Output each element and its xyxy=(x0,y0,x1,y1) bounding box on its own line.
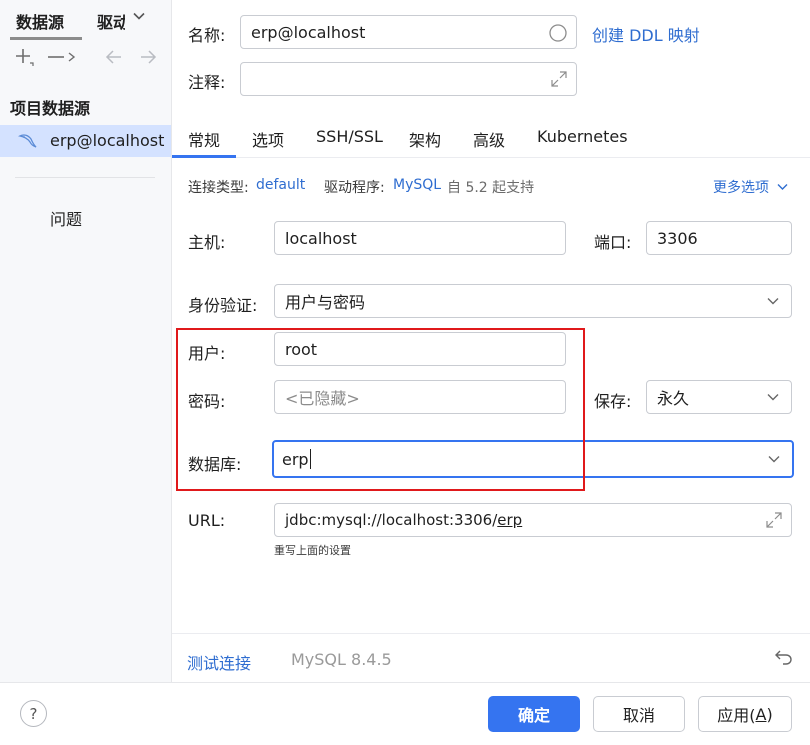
problems-item[interactable]: 问题 xyxy=(50,206,82,230)
auth-select-value: 用户与密码 xyxy=(285,293,366,312)
add-icon[interactable] xyxy=(13,46,37,76)
tab-kubernetes[interactable]: Kubernetes xyxy=(537,127,628,146)
cancel-button[interactable]: 取消 xyxy=(593,696,685,732)
save-mode-select[interactable]: 永久 xyxy=(646,380,792,414)
test-connection-link[interactable]: 测试连接 xyxy=(187,650,251,674)
connection-type-label: 连接类型: xyxy=(188,180,249,196)
name-input-value: erp@localhost xyxy=(251,22,366,42)
ok-button-label: 确定 xyxy=(517,706,550,725)
host-input[interactable]: localhost xyxy=(274,221,566,255)
port-input[interactable]: 3306 xyxy=(646,221,792,255)
chevron-down-icon xyxy=(777,184,788,190)
tab-data-sources[interactable]: 数据源 xyxy=(16,9,64,33)
ok-button[interactable]: 确定 xyxy=(488,696,580,732)
tab-options[interactable]: 选项 xyxy=(252,127,284,151)
host-label: 主机: xyxy=(188,233,226,252)
datasource-item-label: erp@localhost xyxy=(50,131,165,150)
sidebar: 数据源 驱动 项目数据源 erp@localhost 问题 xyxy=(0,0,172,682)
help-button[interactable]: ? xyxy=(20,700,47,727)
url-override-hint: 重写上面的设置 xyxy=(274,544,351,557)
sidebar-divider xyxy=(15,177,155,178)
host-input-value: localhost xyxy=(285,228,357,248)
name-input[interactable]: erp@localhost xyxy=(240,15,577,49)
revert-icon[interactable] xyxy=(774,647,794,671)
chevron-down-icon xyxy=(767,394,779,401)
project-datasources-title: 项目数据源 xyxy=(10,99,91,118)
mysql-dolphin-icon xyxy=(18,132,38,150)
tab-general[interactable]: 常规 xyxy=(188,127,220,151)
port-input-value: 3306 xyxy=(657,228,698,248)
remove-icon[interactable] xyxy=(46,46,80,76)
tab-drivers[interactable]: 驱动 xyxy=(97,9,125,33)
port-label: 端口: xyxy=(594,233,632,252)
forward-arrow-icon[interactable] xyxy=(138,46,158,76)
apply-label-suffix: ) xyxy=(766,704,773,724)
expand-icon[interactable] xyxy=(550,70,568,92)
datasource-item-erp-localhost[interactable]: erp@localhost xyxy=(0,125,171,157)
tab-advanced[interactable]: 高级 xyxy=(473,127,505,151)
tab-ssh-ssl[interactable]: SSH/SSL xyxy=(316,127,383,146)
more-options-label: 更多选项 xyxy=(713,180,769,196)
dialog-footer xyxy=(0,682,810,745)
highlight-box xyxy=(176,328,585,491)
url-input[interactable]: jdbc:mysql://localhost:3306/erp xyxy=(274,503,792,537)
server-version: MySQL 8.4.5 xyxy=(291,650,392,669)
save-mode-value: 永久 xyxy=(657,389,690,408)
url-label: URL: xyxy=(188,511,226,530)
url-prefix: jdbc:mysql://localhost:3306/ xyxy=(285,511,498,529)
chevron-down-icon[interactable] xyxy=(768,454,780,464)
apply-label-prefix: 应用( xyxy=(717,706,756,725)
more-options-link[interactable]: 更多选项 xyxy=(713,177,788,197)
apply-button[interactable]: 应用(A) xyxy=(698,696,792,732)
cancel-button-label: 取消 xyxy=(622,706,655,725)
create-ddl-mapping-link[interactable]: 创建 DDL 映射 xyxy=(592,22,700,46)
active-tab-underline xyxy=(10,37,82,40)
chevron-down-icon[interactable] xyxy=(132,8,146,27)
back-arrow-icon[interactable] xyxy=(104,46,124,76)
comment-input[interactable] xyxy=(240,62,577,96)
active-tab-underline xyxy=(172,155,236,158)
driver-support-note: 自 5.2 起支持 xyxy=(447,180,535,196)
save-label: 保存: xyxy=(594,392,632,411)
driver-value[interactable]: MySQL xyxy=(393,177,441,193)
driver-label: 驱动程序: xyxy=(324,180,385,196)
tabs-border xyxy=(172,157,810,158)
auth-select[interactable]: 用户与密码 xyxy=(274,284,792,318)
connection-type-value[interactable]: default xyxy=(256,177,305,193)
comment-label: 注释: xyxy=(188,73,226,92)
color-circle-icon[interactable] xyxy=(548,23,568,47)
auth-label: 身份验证: xyxy=(188,296,258,315)
chevron-down-icon xyxy=(767,298,779,305)
status-divider xyxy=(172,633,810,634)
apply-mnemonic: A xyxy=(755,704,767,724)
tab-schemas[interactable]: 架构 xyxy=(409,127,441,151)
expand-icon[interactable] xyxy=(765,511,783,533)
help-icon: ? xyxy=(29,704,38,723)
name-label: 名称: xyxy=(188,26,226,45)
url-database-segment: erp xyxy=(497,511,523,529)
